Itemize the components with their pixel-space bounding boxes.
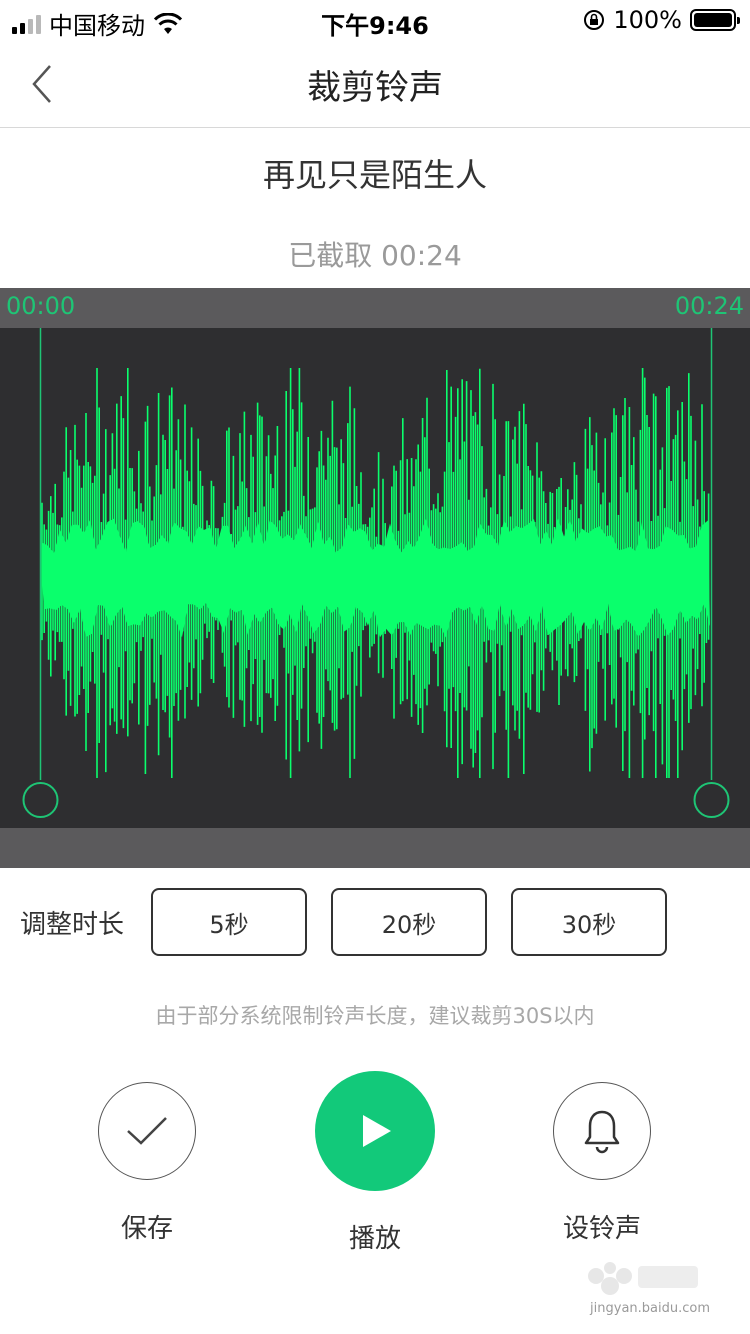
play-label: 播放 <box>348 1224 401 1254</box>
length-hint: 由于部分系统限制铃声长度，建议裁剪30S以内 <box>155 1004 595 1028</box>
duration-20s-button[interactable]: 20秒 <box>331 888 487 956</box>
end-time-label: 00:24 <box>674 292 744 320</box>
waveform-time-bar: 00:00 00:24 <box>0 288 750 328</box>
status-right: 100% <box>583 6 740 34</box>
clip-duration-info: 已截取 00:24 <box>288 239 462 272</box>
bell-icon <box>584 1110 620 1154</box>
save-button[interactable] <box>98 1082 196 1180</box>
start-trim-handle[interactable] <box>22 782 59 818</box>
play-icon <box>363 1115 391 1147</box>
duration-label: 调整时长 <box>20 910 125 940</box>
duration-5s-button[interactable]: 5秒 <box>151 888 307 956</box>
save-label: 保存 <box>120 1214 173 1244</box>
waveform-bottom-bar <box>0 828 750 868</box>
song-title: 再见只是陌生人 <box>262 156 487 194</box>
status-bar: 中国移动 下午9:46 100% <box>0 0 750 40</box>
play-button[interactable] <box>315 1071 435 1191</box>
end-trim-handle[interactable] <box>693 782 730 818</box>
waveform-bars <box>41 368 710 778</box>
rotation-lock-icon <box>584 10 605 30</box>
waveform <box>22 328 730 818</box>
waveform-panel[interactable] <box>0 328 750 828</box>
watermark-url: jingyan.baidu.com <box>590 1301 710 1316</box>
set-ringtone-label: 设铃声 <box>562 1214 641 1244</box>
set-ringtone-button[interactable] <box>553 1082 651 1180</box>
page-title: 裁剪铃声 <box>307 68 443 108</box>
baidu-watermark-logo <box>588 1262 698 1295</box>
battery-percent: 100% <box>613 6 682 34</box>
battery-icon <box>690 9 740 31</box>
nav-bar: 裁剪铃声 <box>0 40 750 128</box>
start-time-label: 00:00 <box>6 292 76 320</box>
check-icon <box>127 1117 167 1145</box>
duration-30s-button[interactable]: 30秒 <box>511 888 667 956</box>
